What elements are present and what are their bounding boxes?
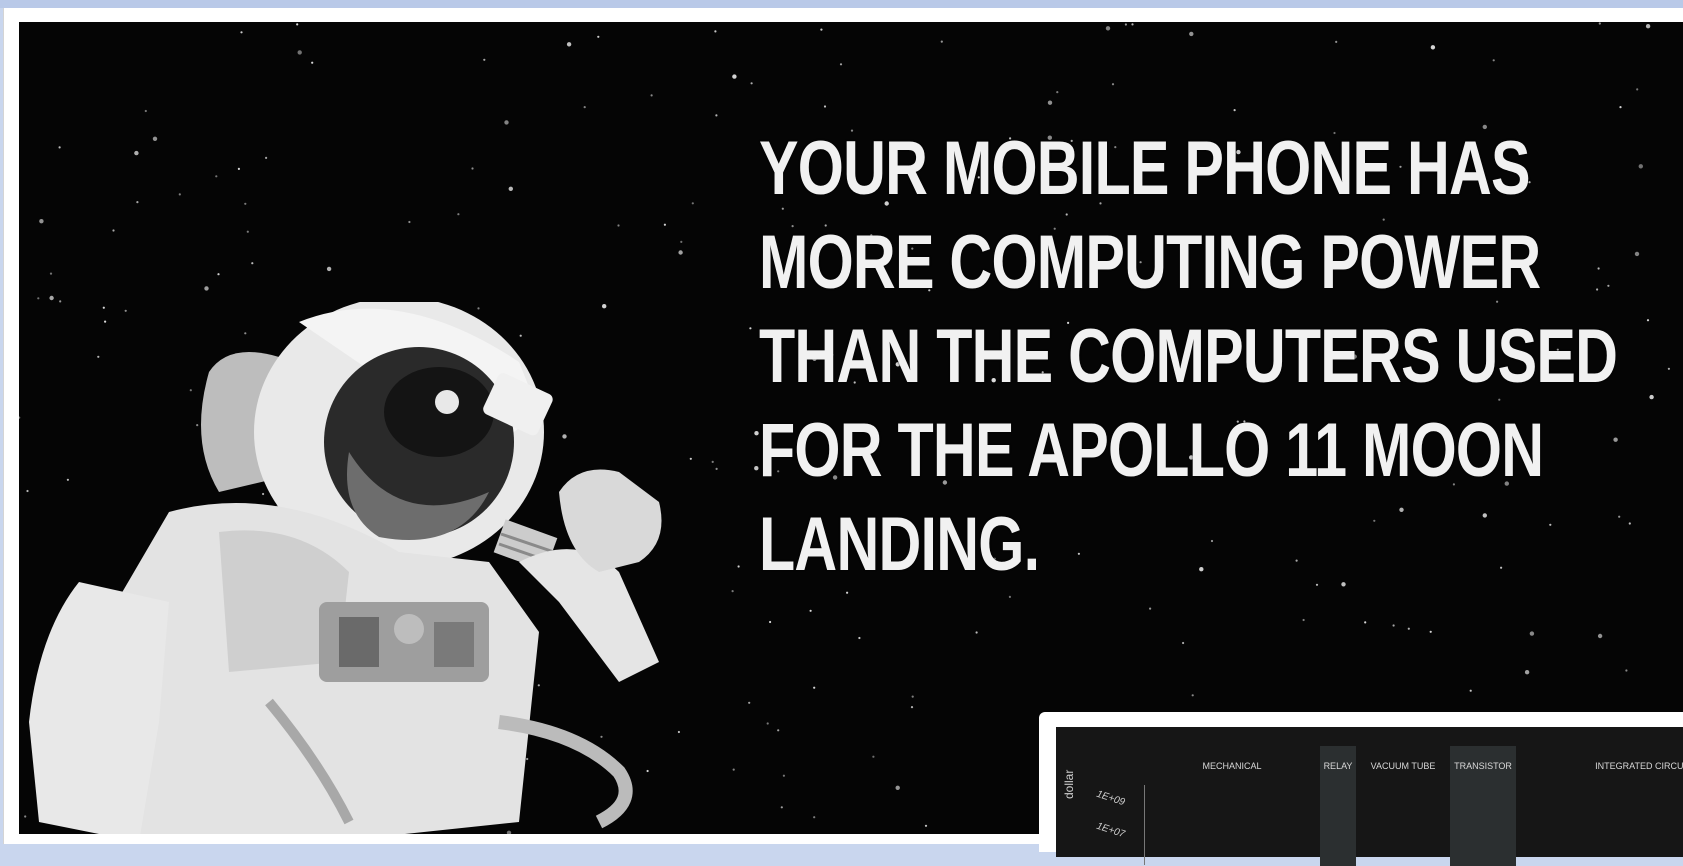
- astronaut-illustration: [29, 302, 662, 834]
- inset-chart: MECHANICAL RELAY VACUUM TUBE TRANSISTOR …: [1056, 727, 1683, 866]
- column-vacuum-tube: VACUUM TUBE: [1370, 760, 1436, 771]
- headline-line-2: MORE COMPUTING POWER: [759, 220, 1541, 305]
- y-tick-1e09: 1E+09: [1095, 788, 1127, 809]
- headline-line-1: YOUR MOBILE PHONE HAS: [759, 126, 1531, 211]
- headline-line-4: FOR THE APOLLO 11 MOON: [759, 408, 1544, 493]
- column-transistor: TRANSISTOR: [1454, 760, 1512, 771]
- headline-line-3: THAN THE COMPUTERS USED: [759, 314, 1618, 399]
- y-axis-line: [1144, 785, 1145, 865]
- y-tick-1e07: 1E+07: [1095, 820, 1127, 841]
- column-relay: RELAY: [1323, 760, 1353, 771]
- y-axis-label: dollar: [1062, 769, 1076, 799]
- headline: YOUR MOBILE PHONE HAS MORE COMPUTING POW…: [759, 122, 1618, 592]
- window-top-strip: [0, 0, 1683, 8]
- headline-line-5: LANDING.: [759, 502, 1040, 587]
- column-integrated-circuit: INTEGRATED CIRCUI: [1595, 760, 1683, 771]
- column-mechanical: MECHANICAL: [1202, 760, 1262, 771]
